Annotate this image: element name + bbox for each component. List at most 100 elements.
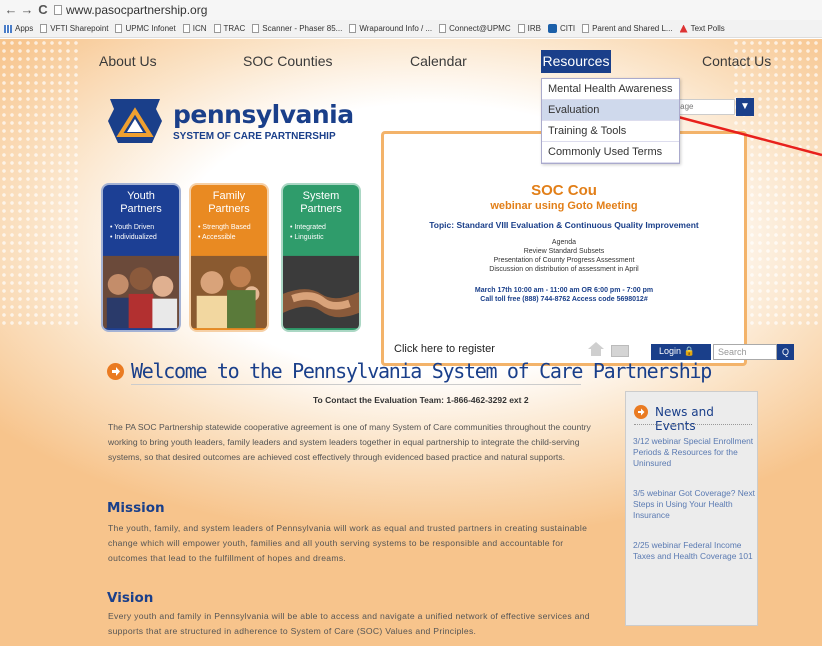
- tile-title: Family: [212, 190, 246, 202]
- bookmark-apps[interactable]: Apps: [4, 24, 33, 33]
- citi-icon: [547, 24, 557, 33]
- tile-title: Partners: [208, 203, 250, 215]
- tile-title: System: [302, 190, 340, 202]
- nav-about[interactable]: About Us: [99, 53, 157, 69]
- site-logo[interactable]: pennsylvania SYSTEM OF CARE PARTNERSHIP: [106, 97, 366, 157]
- bookmark-item[interactable]: Parent and Shared L...: [582, 24, 673, 33]
- address-bar[interactable]: www.pasocpartnership.org: [66, 3, 207, 17]
- tile-bullet: Integrated: [290, 223, 359, 233]
- bookmark-item[interactable]: CITI: [547, 24, 575, 33]
- intro-paragraph: The PA SOC Partnership statewide coopera…: [108, 422, 591, 462]
- page-icon: [213, 24, 221, 33]
- menu-item-terms[interactable]: Commonly Used Terms: [542, 142, 679, 163]
- logo-subtitle: SYSTEM OF CARE PARTNERSHIP: [173, 131, 336, 142]
- register-link[interactable]: Click here to register: [394, 343, 495, 355]
- page-icon: [115, 24, 123, 33]
- bookmark-item[interactable]: Scanner - Phaser 85...: [252, 24, 342, 33]
- news-item[interactable]: 2/25 webinar Federal Income Taxes and He…: [633, 540, 758, 562]
- contact-line: To Contact the Evaluation Team: 1-866-46…: [313, 395, 529, 405]
- vision-paragraph: Every youth and family in Pennsylvania w…: [108, 611, 590, 636]
- page-icon: [252, 24, 260, 33]
- event-slider[interactable]: SOC Cou webinar using Goto Meeting Topic…: [381, 131, 747, 366]
- keystone-logo-icon: [108, 99, 162, 143]
- family-photo: [191, 255, 267, 329]
- mission-paragraph: The youth, family, and system leaders of…: [108, 523, 588, 563]
- divider: [131, 384, 581, 385]
- resources-dropdown: Mental Health Awareness Evaluation Train…: [541, 78, 680, 164]
- bookmark-item[interactable]: ICN: [182, 24, 207, 33]
- slider-title: SOC Cou: [531, 182, 597, 199]
- page-body: About Us SOC Counties Calendar Contact U…: [0, 39, 822, 646]
- page-icon: [439, 24, 447, 33]
- slider-topic: Topic: Standard VIII Evaluation & Contin…: [429, 220, 699, 230]
- tile-system-partners[interactable]: SystemPartners IntegratedLinguistic: [281, 183, 361, 332]
- bookmarks-bar: Apps VFTI Sharepoint UPMC Infonet ICN TR…: [0, 20, 822, 38]
- page-icon: [182, 24, 190, 33]
- slider-agenda-item: Discussion on distribution of assessment…: [489, 266, 639, 273]
- browser-toolbar: ← → C www.pasocpartnership.org: [0, 0, 822, 20]
- bookmark-item[interactable]: UPMC Infonet: [115, 24, 176, 33]
- news-item[interactable]: 3/12 webinar Special Enrollment Periods …: [633, 436, 758, 469]
- handshake-photo: [283, 255, 359, 329]
- news-panel: News and Events 3/12 webinar Special Enr…: [625, 391, 758, 626]
- reload-button[interactable]: C: [36, 2, 50, 17]
- tile-title: Partners: [120, 203, 162, 215]
- logo-title: pennsylvania: [173, 100, 354, 129]
- polls-icon: [679, 24, 688, 33]
- nav-calendar[interactable]: Calendar: [410, 53, 467, 69]
- tile-title: Youth: [127, 190, 155, 202]
- tile-bullet: Strength Based: [198, 223, 267, 233]
- bookmark-item[interactable]: VFTI Sharepoint: [40, 24, 108, 33]
- apps-icon: [4, 24, 12, 33]
- menu-item-mental-health[interactable]: Mental Health Awareness: [542, 79, 679, 100]
- decorative-dots: [0, 39, 80, 329]
- slider-agenda-item: Review Standard Subsets: [523, 248, 605, 255]
- arrow-right-icon: [107, 363, 124, 380]
- login-button[interactable]: Login 🔒: [651, 344, 711, 360]
- page-icon: [517, 24, 525, 33]
- mail-icon[interactable]: [611, 345, 629, 357]
- search-icon[interactable]: Q: [777, 344, 794, 360]
- divider: [634, 424, 752, 425]
- nav-contact[interactable]: Contact Us: [702, 53, 771, 69]
- menu-item-evaluation[interactable]: Evaluation: [542, 100, 679, 121]
- main-nav: About Us SOC Counties Calendar Contact U…: [80, 51, 780, 73]
- page-icon: [349, 24, 357, 33]
- tile-bullet: Accessible: [198, 233, 267, 243]
- home-icon[interactable]: [588, 342, 604, 356]
- bookmark-item[interactable]: Text Polls: [679, 24, 725, 33]
- mission-heading: Mission: [107, 500, 165, 516]
- forward-button[interactable]: →: [20, 2, 34, 17]
- tile-youth-partners[interactable]: YouthPartners Youth DrivenIndividualized: [101, 183, 181, 332]
- arrow-right-icon: [634, 405, 648, 419]
- search-input[interactable]: Search: [713, 344, 777, 360]
- tile-title: Partners: [300, 203, 342, 215]
- menu-item-training[interactable]: Training & Tools: [542, 121, 679, 142]
- news-title: News and Events: [655, 405, 714, 433]
- slider-agenda-item: Presentation of County Progress Assessme…: [493, 257, 635, 264]
- back-button[interactable]: ←: [4, 2, 18, 17]
- news-item[interactable]: 3/5 webinar Got Coverage? Next Steps in …: [633, 488, 758, 521]
- bookmark-item[interactable]: IRB: [517, 24, 541, 33]
- tile-bullet: Individualized: [110, 233, 179, 243]
- page-title: Welcome to the Pennsylvania System of Ca…: [131, 359, 712, 383]
- tile-family-partners[interactable]: FamilyPartners Strength BasedAccessible: [189, 183, 269, 332]
- tile-bullet: Youth Driven: [110, 223, 179, 233]
- vision-heading: Vision: [107, 590, 154, 606]
- bookmark-item[interactable]: Wraparound Info / ...: [349, 24, 432, 33]
- tile-bullet: Linguistic: [290, 233, 359, 243]
- page-icon: [54, 5, 62, 15]
- slider-call-info: Call toll free (888) 744-8762 Access cod…: [480, 296, 648, 303]
- slider-subtitle: webinar using Goto Meeting: [490, 200, 638, 212]
- nav-soc-counties[interactable]: SOC Counties: [243, 53, 332, 69]
- lock-icon: 🔒: [683, 346, 695, 356]
- chevron-down-icon[interactable]: ▼: [736, 98, 754, 116]
- slider-date: March 17th 10:00 am - 11:00 am OR 6:00 p…: [474, 287, 654, 294]
- nav-resources[interactable]: Resources: [541, 50, 611, 73]
- youth-photo: [103, 255, 179, 329]
- slider-agenda: Agenda: [551, 239, 577, 246]
- page-icon: [582, 24, 590, 33]
- bookmark-item[interactable]: TRAC: [213, 24, 245, 33]
- login-label: Login: [659, 346, 682, 356]
- bookmark-item[interactable]: Connect@UPMC: [439, 24, 511, 33]
